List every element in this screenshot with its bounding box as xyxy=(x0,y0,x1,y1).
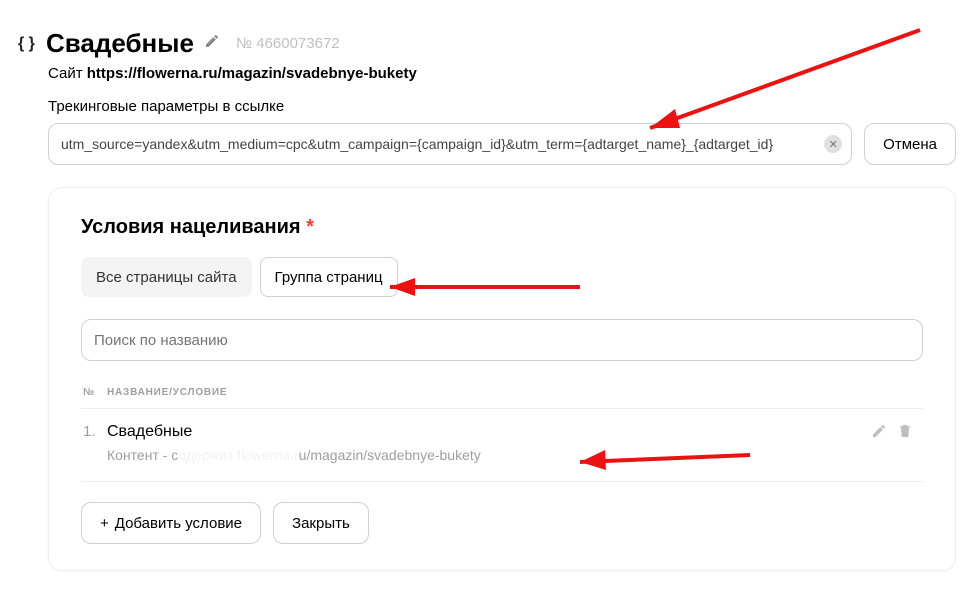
cancel-button[interactable]: Отмена xyxy=(864,123,956,165)
clear-icon[interactable]: ✕ xyxy=(824,135,842,153)
row-title: Свадебные xyxy=(107,423,865,441)
edit-row-icon[interactable] xyxy=(871,423,887,444)
row-number: 1. xyxy=(83,423,101,440)
add-condition-button[interactable]: + Добавить условие xyxy=(81,502,261,544)
search-input[interactable] xyxy=(81,319,923,361)
close-button[interactable]: Закрыть xyxy=(273,502,369,544)
tracking-input[interactable] xyxy=(48,123,852,165)
table-row: 1. Свадебные Контент - содержит flowerna… xyxy=(81,409,923,482)
plus-icon: + xyxy=(100,515,109,532)
row-condition: Контент - содержит flowerna.ru/magazin/s… xyxy=(107,447,865,463)
tab-page-group[interactable]: Группа страниц xyxy=(260,257,398,297)
table-head: № НАЗВАНИЕ/УСЛОВИЕ xyxy=(81,361,923,409)
delete-row-icon[interactable] xyxy=(897,423,913,444)
page-title: Свадебные xyxy=(46,28,194,59)
edit-icon[interactable] xyxy=(204,33,220,54)
tab-all-pages[interactable]: Все страницы сайта xyxy=(81,257,252,297)
campaign-id: № 4660073672 xyxy=(236,35,340,52)
tracking-label: Трекинговые параметры в ссылке xyxy=(0,82,974,123)
code-icon: { } xyxy=(18,35,36,53)
site-line: Сайт https://flowerna.ru/magazin/svadebn… xyxy=(0,59,974,82)
targeting-title: Условия нацеливания * xyxy=(81,216,923,239)
